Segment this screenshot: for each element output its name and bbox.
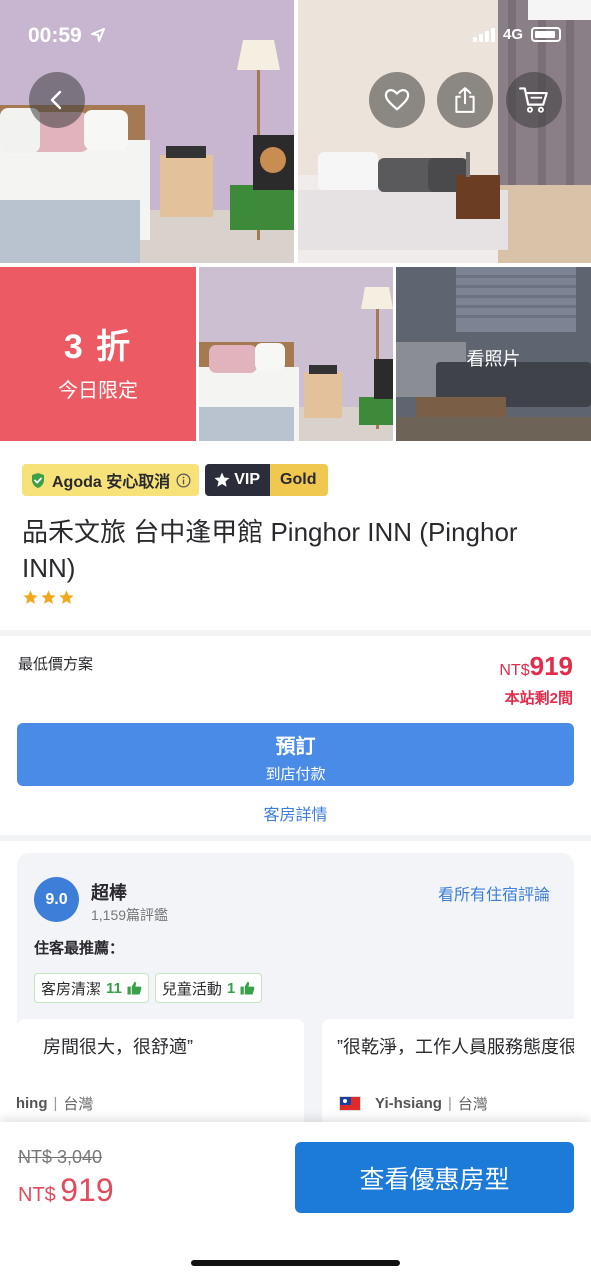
book-button[interactable]: 預訂 到店付款 bbox=[17, 723, 574, 786]
discounted-price-currency: NT$ bbox=[18, 1184, 56, 1206]
author-separator: | bbox=[53, 1095, 58, 1112]
status-time: 00:59 bbox=[28, 24, 106, 48]
recommend-tag-count: 11 bbox=[106, 979, 122, 997]
battery-icon bbox=[531, 27, 561, 42]
star-icon bbox=[23, 590, 38, 604]
review-author-name: Yi-hsiang bbox=[375, 1095, 442, 1112]
recommend-tag-label: 客房清潔 bbox=[41, 980, 102, 998]
original-price: NT$ 3,040 bbox=[18, 1147, 103, 1167]
gold-badge-part: Gold bbox=[270, 464, 329, 496]
rooms-left-notice: 本站剩2間 bbox=[504, 690, 573, 707]
thumbs-up-icon bbox=[127, 981, 142, 995]
promo-subtitle: 今日限定 bbox=[58, 380, 138, 402]
hotel-photo-living[interactable]: 看照片 bbox=[396, 267, 591, 441]
guest-recommend-title: 住客最推薦： bbox=[34, 940, 125, 957]
discounted-price: NT$ 919 bbox=[18, 1172, 114, 1209]
vip-badge-part: VIP bbox=[205, 464, 271, 496]
shield-check-icon bbox=[32, 472, 44, 488]
book-button-label: 預訂 bbox=[275, 736, 316, 758]
review-count: 1,159篇評鑑 bbox=[91, 907, 169, 923]
hotel-photo-bedroom-2[interactable] bbox=[199, 267, 393, 441]
review-quote-text: 房間很大，很舒適” bbox=[43, 1037, 193, 1057]
recommend-tag-label: 兒童活動 bbox=[161, 980, 222, 998]
heart-icon bbox=[384, 88, 410, 111]
view-photos-label[interactable]: 看照片 bbox=[396, 345, 591, 371]
review-author-country: 台灣 bbox=[63, 1096, 94, 1113]
plan-price-amount: 919 bbox=[529, 651, 573, 681]
cart-icon bbox=[519, 87, 548, 113]
status-bar: 00:59 4G bbox=[0, 0, 591, 70]
plan-price: NT$919 bbox=[499, 651, 573, 682]
signal-bars-icon bbox=[472, 27, 495, 42]
section-divider bbox=[0, 630, 591, 636]
star-icon bbox=[214, 472, 230, 487]
hotel-badges: Agoda 安心取消 VIP Gold bbox=[22, 464, 329, 496]
see-all-reviews-link[interactable]: 看所有住宿評論 bbox=[438, 881, 550, 905]
lowest-price-plan-label: 最低價方案 bbox=[18, 656, 94, 673]
author-separator: | bbox=[447, 1095, 452, 1112]
review-author-name: Ching bbox=[17, 1095, 48, 1112]
share-button[interactable] bbox=[437, 72, 493, 128]
info-icon[interactable] bbox=[176, 473, 191, 488]
vip-label: VIP bbox=[234, 471, 261, 488]
bottom-booking-bar: NT$ 3,040 NT$ 919 查看優惠房型 bbox=[0, 1122, 591, 1279]
review-quote-author: Ching | 台灣 bbox=[17, 1093, 93, 1114]
promo-discount: 3 折 bbox=[63, 328, 133, 366]
star-icon bbox=[41, 590, 56, 604]
view-deal-rooms-button[interactable]: 查看優惠房型 bbox=[295, 1142, 574, 1213]
promo-discount-tile: 3 折 今日限定 bbox=[0, 267, 196, 441]
review-score-word: 超棒 bbox=[91, 883, 127, 903]
favorite-button[interactable] bbox=[369, 72, 425, 128]
status-time-text: 00:59 bbox=[28, 24, 82, 47]
star-rating bbox=[22, 589, 75, 606]
recommend-tag-count: 1 bbox=[226, 979, 236, 997]
location-arrow-icon bbox=[90, 28, 105, 42]
home-indicator[interactable] bbox=[191, 1260, 400, 1266]
section-divider bbox=[0, 835, 591, 841]
photo-gallery[interactable]: 3 折 今日限定 看照片 00:59 4G bbox=[0, 0, 591, 441]
back-button[interactable] bbox=[29, 72, 85, 128]
recommend-tag[interactable]: 客房清潔 11 bbox=[34, 973, 149, 1003]
vip-gold-badge[interactable]: VIP Gold bbox=[205, 464, 329, 496]
gold-label: Gold bbox=[280, 471, 317, 488]
thumbs-up-icon bbox=[240, 981, 255, 995]
review-author-country: 台灣 bbox=[457, 1096, 488, 1113]
status-right: 4G bbox=[472, 26, 561, 43]
taiwan-flag-icon bbox=[339, 1096, 361, 1111]
share-icon bbox=[455, 87, 475, 113]
room-details-link[interactable]: 客房詳情 bbox=[0, 801, 591, 825]
chevron-left-icon bbox=[50, 90, 62, 110]
discounted-price-amount: 919 bbox=[60, 1172, 114, 1208]
book-button-sublabel: 到店付款 bbox=[265, 766, 326, 783]
network-type: 4G bbox=[502, 26, 523, 43]
agoda-cancel-label: Agoda 安心取消 bbox=[52, 474, 171, 491]
review-quote-text: ”很乾淨，工作人員服務態度很好 bbox=[337, 1037, 574, 1057]
review-quote-author: Yi-hsiang | 台灣 bbox=[339, 1093, 488, 1114]
hotel-name: 品禾文旅 台中逢甲館 Pinghor INN (Pinghor INN) bbox=[22, 517, 518, 583]
review-summary-card: 9.0 超棒 1,159篇評鑑 看所有住宿評論 住客最推薦： 客房清潔 11 兒… bbox=[17, 853, 574, 1153]
cart-button[interactable] bbox=[506, 72, 562, 128]
agoda-cancel-badge[interactable]: Agoda 安心取消 bbox=[22, 464, 200, 496]
star-icon bbox=[59, 590, 74, 604]
recommend-tag[interactable]: 兒童活動 1 bbox=[154, 973, 263, 1003]
review-score-badge: 9.0 bbox=[34, 877, 79, 922]
plan-price-currency: NT$ bbox=[499, 662, 530, 679]
recommend-tags: 客房清潔 11 兒童活動 1 bbox=[34, 973, 263, 1003]
